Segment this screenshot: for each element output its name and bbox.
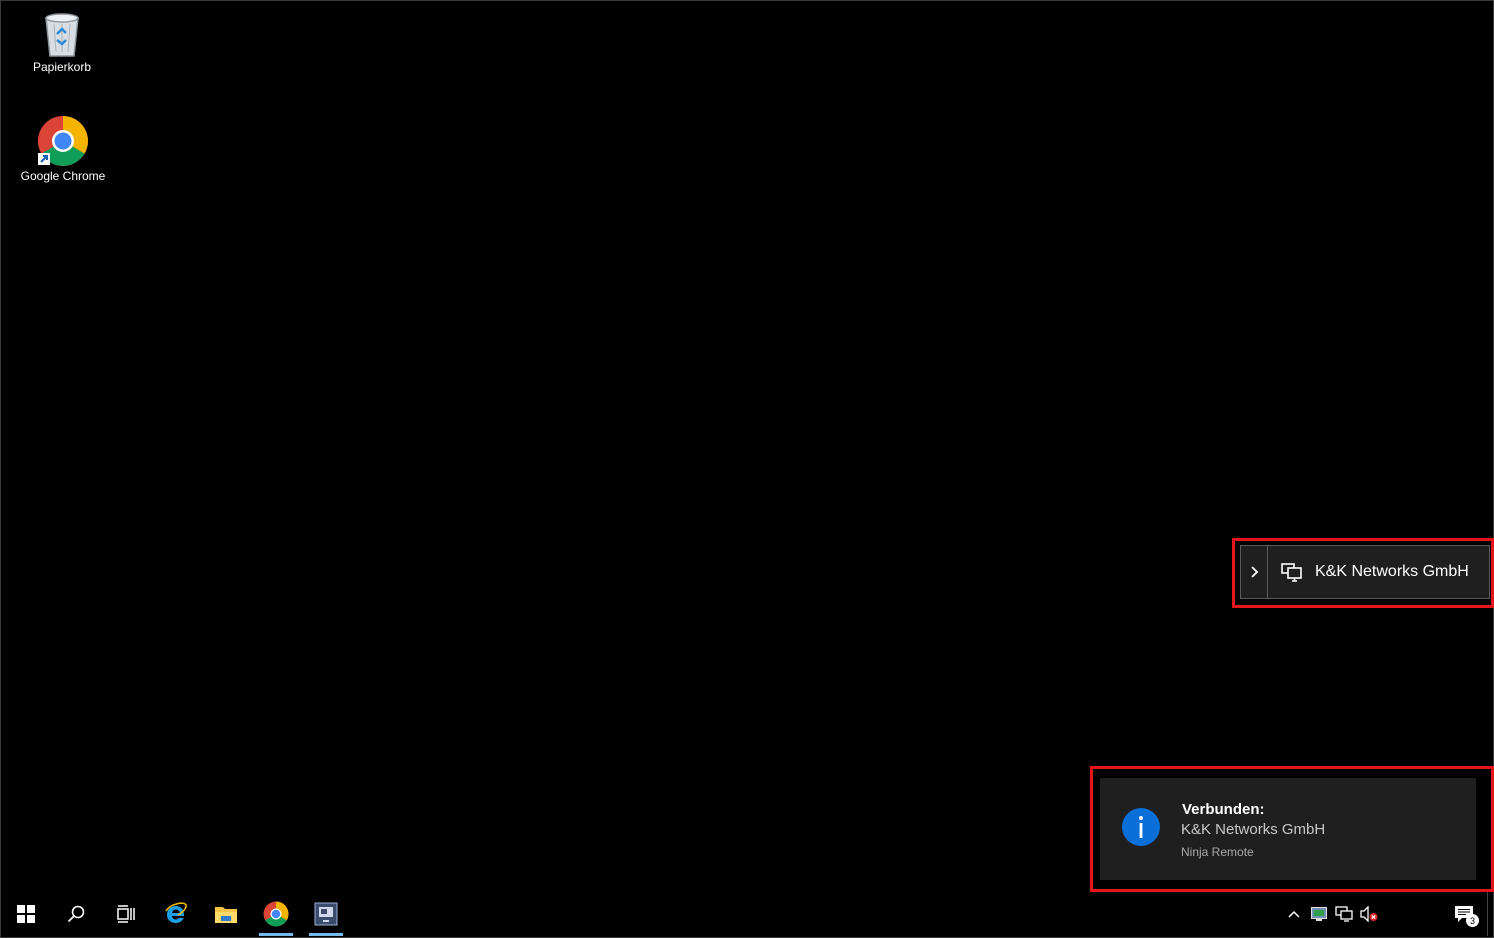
task-view-button[interactable] [101,892,151,936]
desktop-icon-recycle-bin[interactable]: Papierkorb [12,10,112,74]
toast-notification[interactable]: Verbunden: K&K Networks GmbH Ninja Remot… [1100,778,1476,880]
show-desktop-button[interactable] [1487,892,1493,936]
taskbar-file-explorer[interactable] [201,892,251,936]
search-button[interactable] [51,892,101,936]
ninja-agent-icon [1310,907,1327,921]
notification-count-badge: 3 [1466,914,1479,927]
show-hidden-icons-button[interactable] [1281,892,1306,936]
taskbar: 3 [1,892,1493,936]
chrome-icon [263,901,289,927]
desktop-icon-label: Google Chrome [20,169,106,183]
info-icon [1122,808,1160,846]
toast-title: Verbunden: [1182,801,1265,818]
chevron-up-icon [1287,910,1300,918]
connection-bar-label: K&K Networks GmbH [1315,563,1469,580]
start-button[interactable] [1,892,51,936]
action-center-button[interactable]: 3 [1441,892,1487,936]
taskbar-internet-explorer[interactable] [151,892,201,936]
desktop-icon-label: Papierkorb [32,60,92,74]
search-icon [67,905,85,923]
taskbar-remote-session[interactable] [301,892,351,936]
task-view-icon [117,905,135,923]
file-explorer-icon [215,907,237,923]
connection-bar[interactable]: K&K Networks GmbH [1240,545,1490,599]
remote-session-icon [314,902,338,926]
recycle-bin-icon [45,13,79,57]
tray-ninja-agent[interactable] [1306,892,1331,936]
chevron-right-icon[interactable] [1241,546,1268,598]
tray-volume[interactable] [1356,892,1381,936]
taskbar-chrome[interactable] [251,892,301,936]
system-tray: 3 [1281,892,1493,936]
desktop-icon-chrome[interactable]: Google Chrome [13,115,113,183]
windows-start-icon [17,905,35,923]
network-icon [1334,906,1353,922]
volume-muted-icon [1359,906,1377,922]
toast-body: K&K Networks GmbH [1181,821,1326,838]
internet-explorer-icon [165,902,187,923]
toast-source: Ninja Remote [1181,845,1254,859]
remote-monitor-icon [1281,563,1302,582]
tray-network[interactable] [1331,892,1356,936]
chrome-icon [38,116,88,166]
